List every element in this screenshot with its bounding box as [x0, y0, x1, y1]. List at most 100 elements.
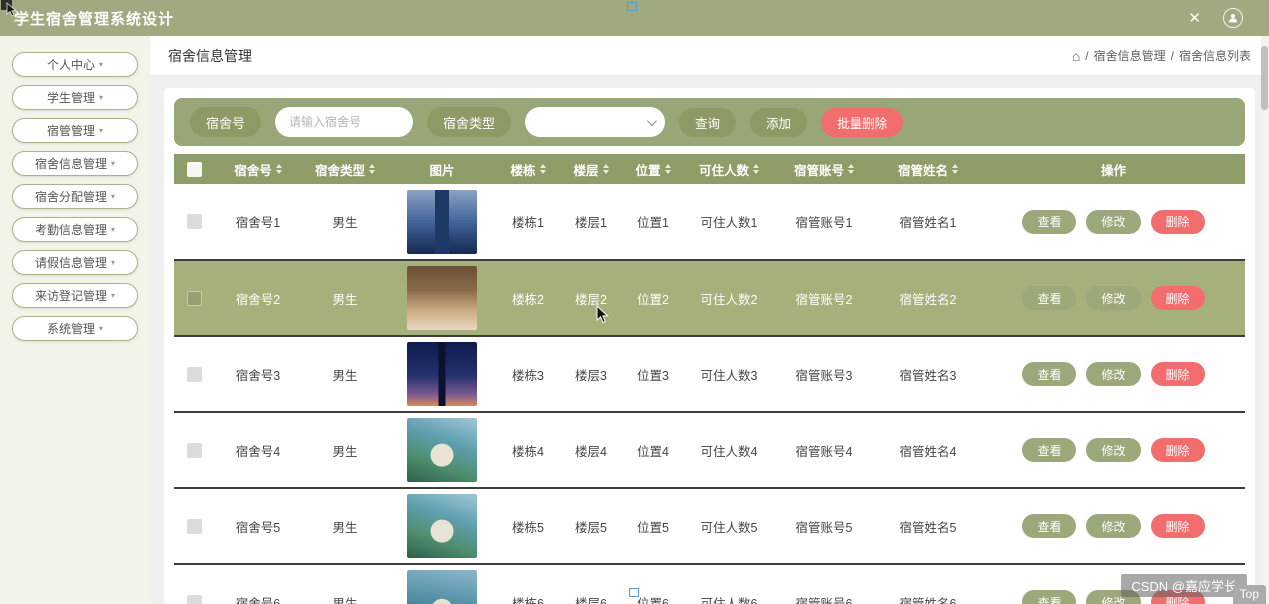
cell-building: 楼栋4: [496, 412, 560, 489]
sidebar-item-dorm-manager-mgmt[interactable]: 宿管管理 ▾: [12, 118, 138, 143]
dorm-photo: [407, 342, 477, 406]
row-checkbox[interactable]: [186, 214, 202, 229]
cell-capacity: 可住人数5: [684, 488, 774, 565]
col-header-building[interactable]: 楼栋: [496, 154, 560, 184]
sort-icon: [275, 164, 282, 174]
table-row: 宿舍号3 男生 楼栋3 楼层3 位置3 可住人数3 宿管账号3 宿管姓名3 查看…: [174, 336, 1245, 413]
row-checkbox[interactable]: [186, 442, 202, 458]
query-button[interactable]: 查询: [679, 107, 737, 137]
scrollbar-thumb[interactable]: [1261, 46, 1268, 110]
dorm-no-input[interactable]: [275, 107, 414, 137]
edit-button[interactable]: 修改: [1086, 209, 1141, 234]
sidebar-item-label: 学生管理: [46, 91, 95, 105]
col-header-label: 宿舍类型: [314, 163, 365, 178]
view-button[interactable]: 查看: [1022, 438, 1077, 462]
cell-manager-account: 宿管账号2: [774, 260, 874, 337]
edit-button[interactable]: 修改: [1086, 362, 1141, 386]
user-silhouette-icon: [1228, 13, 1238, 23]
cell-dorm-no: 宿舍号3: [214, 336, 302, 413]
cell-location: 位置5: [622, 488, 684, 565]
chevron-down-icon: ▾: [99, 323, 104, 333]
screenshot-artifact-box: [627, 2, 637, 11]
cell-dorm-no: 宿舍号6: [214, 564, 302, 604]
col-header-manager-name[interactable]: 宿管姓名: [874, 154, 982, 184]
view-button[interactable]: 查看: [1022, 286, 1077, 310]
chevron-down-icon: ▾: [111, 290, 116, 300]
sidebar-item-visitor-registration-mgmt[interactable]: 来访登记管理 ▾: [12, 283, 138, 308]
cell-capacity: 可住人数2: [684, 260, 774, 337]
view-button[interactable]: 查看: [1022, 590, 1077, 604]
cell-dorm-type: 男生: [302, 184, 388, 261]
delete-button[interactable]: 删除: [1150, 209, 1205, 234]
sidebar-item-system-mgmt[interactable]: 系统管理 ▾: [12, 316, 138, 341]
cell-dorm-no: 宿舍号5: [214, 488, 302, 565]
dorm-type-label: 宿舍类型: [427, 107, 512, 137]
col-header-capacity[interactable]: 可住人数: [684, 154, 774, 184]
cell-manager-name: 宿管姓名2: [874, 260, 982, 337]
delete-button[interactable]: 删除: [1150, 438, 1205, 462]
breadcrumb-level2: 宿舍信息列表: [1178, 49, 1251, 63]
dorm-photo: [407, 494, 477, 558]
dorm-photo: [407, 189, 477, 254]
select-all-checkbox[interactable]: [186, 161, 202, 177]
sidebar-item-label: 个人中心: [46, 58, 95, 72]
batch-delete-button[interactable]: 批量删除: [821, 107, 904, 137]
dorm-type-select[interactable]: [525, 107, 666, 137]
col-header-manager-account[interactable]: 宿管账号: [774, 154, 874, 184]
row-checkbox[interactable]: [186, 594, 202, 604]
home-icon[interactable]: ⌂: [1072, 48, 1080, 64]
col-header-location[interactable]: 位置: [622, 154, 684, 184]
cell-building: 楼栋2: [496, 260, 560, 337]
cell-floor: 楼层4: [560, 412, 622, 489]
row-checkbox[interactable]: [186, 366, 202, 382]
cell-location: 位置6: [622, 564, 684, 604]
sidebar-item-student-mgmt[interactable]: 学生管理 ▾: [12, 85, 138, 110]
chevron-down-icon: ▾: [111, 158, 116, 168]
breadcrumb-level1[interactable]: 宿舍信息管理: [1094, 47, 1166, 64]
fullscreen-icon[interactable]: ✕: [1188, 9, 1201, 27]
sidebar-item-leave-info-mgmt[interactable]: 请假信息管理 ▾: [12, 250, 138, 275]
user-icon[interactable]: [1223, 8, 1243, 28]
table-row: 宿舍号1 男生 楼栋1 楼层1 位置1 可住人数1 宿管账号1 宿管姓名1 查看…: [174, 184, 1245, 261]
breadcrumb: ⌂ / 宿舍信息管理 / 宿舍信息列表: [1072, 47, 1251, 64]
row-checkbox[interactable]: [186, 290, 202, 306]
cell-building: 楼栋1: [496, 184, 560, 261]
cell-manager-account: 宿管账号3: [774, 336, 874, 413]
edit-button[interactable]: 修改: [1086, 286, 1141, 310]
edit-button[interactable]: 修改: [1086, 438, 1141, 462]
sidebar-item-dorm-allocation-mgmt[interactable]: 宿舍分配管理 ▾: [12, 184, 138, 209]
col-header-dorm-no[interactable]: 宿舍号: [214, 154, 302, 184]
col-header-floor[interactable]: 楼层: [560, 154, 622, 184]
col-header-dorm-type[interactable]: 宿舍类型: [302, 154, 388, 184]
delete-button[interactable]: 删除: [1150, 286, 1205, 310]
view-button[interactable]: 查看: [1022, 514, 1077, 538]
dorm-no-label: 宿舍号: [190, 107, 262, 137]
sidebar-item-dorm-info-mgmt[interactable]: 宿舍信息管理 ▾: [12, 151, 138, 176]
cell-manager-account: 宿管账号1: [774, 184, 874, 261]
table-row: 宿舍号5 男生 楼栋5 楼层5 位置5 可住人数5 宿管账号5 宿管姓名5 查看…: [174, 488, 1245, 565]
col-header-photo: 图片: [388, 154, 496, 184]
row-checkbox[interactable]: [186, 518, 202, 534]
chevron-down-icon: ▾: [99, 92, 104, 102]
cell-capacity: 可住人数4: [684, 412, 774, 489]
sidebar-item-attendance-info-mgmt[interactable]: 考勤信息管理 ▾: [12, 217, 138, 242]
view-button[interactable]: 查看: [1022, 362, 1077, 386]
cell-location: 位置4: [622, 412, 684, 489]
col-header-actions: 操作: [982, 154, 1245, 184]
cell-building: 楼栋3: [496, 336, 560, 413]
cell-dorm-type: 男生: [302, 412, 388, 489]
edit-button[interactable]: 修改: [1086, 514, 1141, 538]
cell-dorm-no: 宿舍号1: [214, 184, 302, 261]
add-button[interactable]: 添加: [750, 107, 808, 137]
delete-button[interactable]: 删除: [1150, 514, 1205, 538]
screenshot-artifact-icon: [1, 0, 21, 20]
scrollbar-track: [1261, 36, 1269, 604]
delete-button[interactable]: 删除: [1150, 362, 1205, 386]
sidebar-item-personal-center[interactable]: 个人中心 ▾: [12, 52, 138, 77]
cell-capacity: 可住人数6: [684, 564, 774, 604]
watermark: CSDN @嘉应学长: [1121, 574, 1247, 597]
col-header-label: 可住人数: [698, 163, 749, 178]
breadcrumb-separator: /: [1085, 48, 1089, 63]
view-button[interactable]: 查看: [1022, 209, 1077, 234]
back-to-top-button[interactable]: Top: [1232, 585, 1266, 604]
